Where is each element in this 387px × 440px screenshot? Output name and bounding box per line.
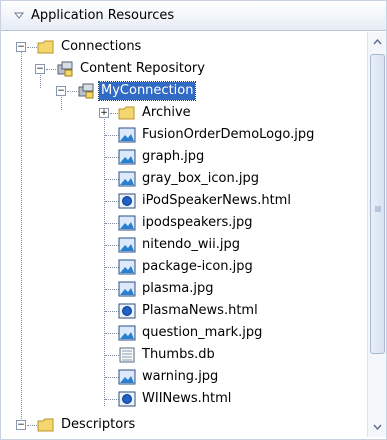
application-resources-panel: Application Resources − Connections − Co… bbox=[0, 0, 387, 440]
scroll-down-icon[interactable] bbox=[369, 419, 386, 435]
connections-collapse-toggle[interactable]: − bbox=[16, 42, 26, 52]
tree-guide-line bbox=[105, 135, 119, 136]
image-file-icon bbox=[118, 281, 136, 297]
image-file-icon bbox=[118, 369, 136, 385]
tree-guide-line bbox=[105, 355, 119, 356]
tree-guide-line bbox=[105, 289, 119, 290]
resource-tree: − Connections − Content Repository − MyC… bbox=[1, 32, 367, 437]
tree-item-file[interactable]: nitendo_wii.jpg bbox=[118, 234, 242, 256]
html-file-icon bbox=[118, 193, 136, 209]
collapse-triangle-icon[interactable] bbox=[11, 8, 27, 24]
myconnection-collapse-toggle[interactable]: − bbox=[56, 86, 66, 96]
panel-header[interactable]: Application Resources bbox=[1, 1, 386, 31]
panel-title: Application Resources bbox=[31, 8, 175, 23]
content-repository-collapse-toggle[interactable]: − bbox=[35, 64, 45, 74]
image-file-icon bbox=[118, 259, 136, 275]
folder-icon bbox=[37, 39, 55, 55]
tree-guide-line bbox=[105, 267, 119, 268]
descriptors-collapse-toggle[interactable]: − bbox=[16, 420, 26, 430]
tree-guide-line bbox=[105, 311, 119, 312]
tree-item-file[interactable]: ipodspeakers.jpg bbox=[118, 212, 255, 234]
tree-item-file[interactable]: WIINews.html bbox=[118, 388, 233, 410]
repository-icon bbox=[56, 61, 74, 77]
image-file-icon bbox=[118, 325, 136, 341]
tree-guide-line bbox=[105, 245, 119, 246]
tree-guide-line bbox=[27, 47, 37, 48]
tree-item-file[interactable]: question_mark.jpg bbox=[118, 322, 264, 344]
tree-guide-line bbox=[67, 91, 77, 92]
tree-guide-line bbox=[105, 399, 119, 400]
tree-item-file[interactable]: package-icon.jpg bbox=[118, 256, 255, 278]
vertical-scrollbar[interactable] bbox=[367, 32, 386, 437]
tree-item-file[interactable]: gray_box_icon.jpg bbox=[118, 168, 261, 190]
tree-guide-line bbox=[110, 113, 118, 114]
tree-guide-line bbox=[105, 223, 119, 224]
tree-item-archive[interactable]: Archive bbox=[118, 102, 193, 124]
tree-guide-line bbox=[105, 333, 119, 334]
scroll-up-icon[interactable] bbox=[369, 34, 386, 50]
image-file-icon bbox=[118, 149, 136, 165]
tree-item-connections[interactable]: Connections bbox=[37, 36, 143, 58]
tree-item-file[interactable]: PlasmaNews.html bbox=[118, 300, 260, 322]
tree-item-content-repository[interactable]: Content Repository bbox=[56, 58, 207, 80]
html-file-icon bbox=[118, 391, 136, 407]
scrollbar-thumb[interactable] bbox=[370, 54, 385, 354]
image-file-icon bbox=[118, 215, 136, 231]
tree-item-file[interactable]: FusionOrderDemoLogo.jpg bbox=[118, 124, 316, 146]
tree-guide-line bbox=[105, 201, 119, 202]
tree-item-file[interactable]: iPodSpeakerNews.html bbox=[118, 190, 293, 212]
folder-icon bbox=[37, 417, 55, 433]
tree-item-file[interactable]: graph.jpg bbox=[118, 146, 206, 168]
archive-expand-toggle[interactable]: + bbox=[99, 108, 109, 118]
db-file-icon bbox=[118, 347, 136, 363]
html-file-icon bbox=[118, 303, 136, 319]
grip-icon bbox=[375, 201, 381, 212]
image-file-icon bbox=[118, 127, 136, 143]
tree-guide-line bbox=[105, 157, 119, 158]
tree-item-file[interactable]: plasma.jpg bbox=[118, 278, 215, 300]
tree-guide-line bbox=[105, 179, 119, 180]
image-file-icon bbox=[118, 171, 136, 187]
image-file-icon bbox=[118, 237, 136, 253]
tree-item-myconnection[interactable]: MyConnection bbox=[77, 80, 197, 102]
tree-guide-line bbox=[27, 425, 37, 426]
repository-icon bbox=[77, 83, 95, 99]
tree-item-file[interactable]: warning.jpg bbox=[118, 366, 220, 388]
tree-guide-line bbox=[46, 69, 56, 70]
folder-icon bbox=[118, 105, 136, 121]
tree-guide-line bbox=[21, 47, 22, 429]
tree-item-file[interactable]: Thumbs.db bbox=[118, 344, 217, 366]
tree-guide-line bbox=[105, 377, 119, 378]
tree-item-descriptors[interactable]: Descriptors bbox=[37, 414, 137, 436]
